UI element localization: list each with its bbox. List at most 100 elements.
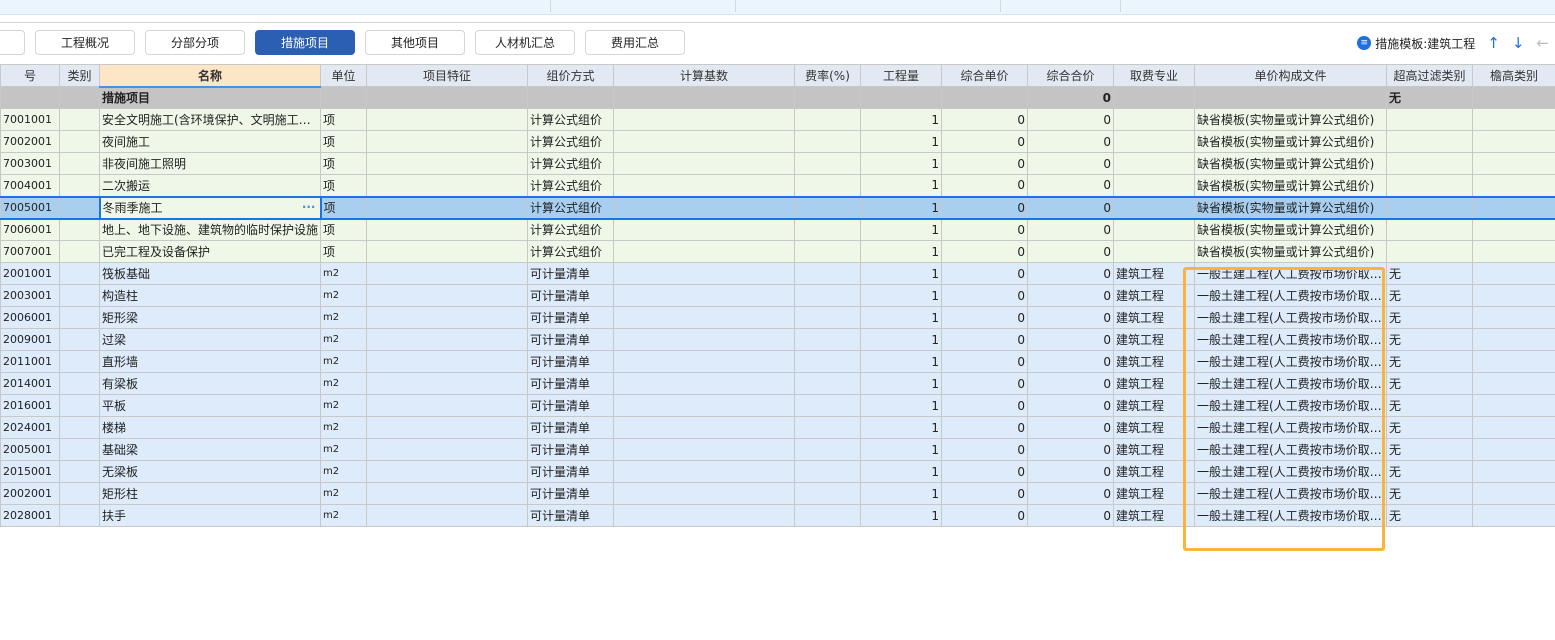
col-price-file-header[interactable]: 单价构成文件 (1194, 64, 1387, 87)
eave-height-cell[interactable] (1472, 174, 1555, 197)
calc-base-cell[interactable] (613, 328, 795, 351)
col-fee-specialty-header[interactable]: 取费专业 (1113, 64, 1195, 87)
cell[interactable] (366, 86, 528, 109)
total-price-cell[interactable]: 0 (1027, 240, 1114, 263)
unit-cell[interactable]: 项 (320, 130, 367, 153)
col-unit-header[interactable]: 单位 (320, 64, 367, 87)
rate-cell[interactable] (794, 108, 861, 131)
table-row[interactable]: 2024001 楼梯 m2 可计量清单 1 0 0 建筑工程 一般土建工程(人工费按市场价取… 无 (0, 416, 1555, 439)
calc-base-cell[interactable] (613, 152, 795, 175)
rate-cell[interactable] (794, 394, 861, 417)
quantity-cell[interactable]: 1 (860, 394, 942, 417)
calc-base-cell[interactable] (613, 195, 795, 220)
calc-base-cell[interactable] (613, 504, 795, 527)
rate-cell[interactable] (794, 306, 861, 329)
eave-height-cell[interactable] (1472, 262, 1555, 285)
unit-price-cell[interactable]: 0 (941, 108, 1028, 131)
total-price-cell[interactable]: 0 (1027, 152, 1114, 175)
rate-cell[interactable] (794, 284, 861, 307)
pricing-method-cell[interactable]: 可计量清单 (527, 394, 614, 417)
calc-base-cell[interactable] (613, 306, 795, 329)
features-cell[interactable] (366, 130, 528, 153)
name-cell[interactable]: 过梁 (99, 328, 321, 351)
total-price-cell[interactable]: 0 (1027, 350, 1114, 373)
features-cell[interactable] (366, 438, 528, 461)
category-cell[interactable] (59, 174, 100, 197)
price-file-cell[interactable]: 一般土建工程(人工费按市场价取… (1194, 394, 1387, 417)
quantity-cell[interactable]: 1 (860, 262, 942, 285)
fee-specialty-cell[interactable]: 建筑工程 (1113, 504, 1195, 527)
unit-price-cell[interactable]: 0 (941, 306, 1028, 329)
table-row[interactable]: 2011001 直形墙 m2 可计量清单 1 0 0 建筑工程 一般土建工程(人工费按市场价取…… (0, 350, 1555, 373)
table-row[interactable]: 7001001 安全文明施工(含环境保护、文明施工… 项计算公式组价 1 0 0 缺省模板(… (0, 108, 1555, 131)
quantity-cell[interactable]: 1 (860, 416, 942, 439)
total-price-cell[interactable]: 0 (1027, 460, 1114, 483)
quantity-cell[interactable]: 1 (860, 306, 942, 329)
features-cell[interactable] (366, 108, 528, 131)
calc-base-cell[interactable] (613, 372, 795, 395)
category-cell[interactable] (59, 416, 100, 439)
move-down-icon[interactable]: ↓ (1512, 34, 1525, 52)
fee-specialty-cell[interactable]: 建筑工程 (1113, 306, 1195, 329)
height-filter-cell[interactable] (1386, 130, 1473, 153)
features-cell[interactable] (366, 152, 528, 175)
features-cell[interactable] (366, 306, 528, 329)
pricing-method-cell[interactable]: 计算公式组价 (527, 152, 614, 175)
category-cell[interactable] (59, 328, 100, 351)
move-up-icon[interactable]: ↑ (1487, 34, 1500, 52)
calc-base-cell[interactable] (613, 350, 795, 373)
rate-cell[interactable] (794, 240, 861, 263)
fee-specialty-cell[interactable]: 建筑工程 (1113, 438, 1195, 461)
rate-cell[interactable] (794, 218, 861, 241)
unit-cell[interactable]: m2 (320, 416, 367, 439)
height-filter-cell[interactable]: 无 (1386, 306, 1473, 329)
quantity-cell[interactable]: 1 (860, 174, 942, 197)
category-cell[interactable] (59, 284, 100, 307)
eave-height-cell[interactable] (1472, 482, 1555, 505)
rate-cell[interactable] (794, 328, 861, 351)
col-rate-header[interactable]: 费率(%) (794, 64, 861, 87)
price-file-cell[interactable]: 一般土建工程(人工费按市场价取… (1194, 284, 1387, 307)
fee-specialty-cell[interactable] (1113, 152, 1195, 175)
features-cell[interactable] (366, 350, 528, 373)
unit-cell[interactable]: 项 (320, 240, 367, 263)
cell[interactable] (527, 86, 614, 109)
category-cell[interactable] (59, 195, 100, 220)
category-cell[interactable] (59, 438, 100, 461)
pricing-method-cell[interactable]: 可计量清单 (527, 284, 614, 307)
tab-fee-summary[interactable]: 费用汇总 (585, 30, 685, 55)
rate-cell[interactable] (794, 504, 861, 527)
unit-price-cell[interactable]: 0 (941, 416, 1028, 439)
table-row[interactable]: 7002001 夜间施工项计算公式组价 1 0 0 缺省模板(实物量或计算公式组价) (0, 130, 1555, 153)
eave-height-cell[interactable] (1472, 306, 1555, 329)
price-file-cell[interactable] (1194, 86, 1387, 109)
total-price-cell[interactable]: 0 (1027, 284, 1114, 307)
pricing-method-cell[interactable]: 可计量清单 (527, 262, 614, 285)
col-total-price-header[interactable]: 综合合价 (1027, 64, 1114, 87)
unit-cell[interactable]: m2 (320, 284, 367, 307)
price-file-cell[interactable]: 一般土建工程(人工费按市场价取… (1194, 438, 1387, 461)
name-cell[interactable]: 无梁板 (99, 460, 321, 483)
code-cell[interactable]: 2006001 (0, 306, 60, 329)
features-cell[interactable] (366, 394, 528, 417)
calc-base-cell[interactable] (613, 130, 795, 153)
quantity-cell[interactable]: 1 (860, 460, 942, 483)
category-cell[interactable] (59, 482, 100, 505)
table-row[interactable]: 7007001 已完工程及设备保护项计算公式组价 1 0 0 缺省模板(实物量或计算公式组… (0, 240, 1555, 263)
code-cell[interactable]: 7002001 (0, 130, 60, 153)
calc-base-cell[interactable] (613, 482, 795, 505)
price-file-cell[interactable]: 缺省模板(实物量或计算公式组价) (1194, 108, 1387, 131)
height-filter-cell[interactable]: 无 (1386, 482, 1473, 505)
eave-height-cell[interactable] (1472, 328, 1555, 351)
fee-specialty-cell[interactable] (1113, 130, 1195, 153)
unit-price-cell[interactable]: 0 (941, 152, 1028, 175)
eave-height-cell[interactable] (1472, 460, 1555, 483)
fee-specialty-cell[interactable]: 建筑工程 (1113, 416, 1195, 439)
category-cell[interactable] (59, 504, 100, 527)
features-cell[interactable] (366, 482, 528, 505)
height-filter-cell[interactable]: 无 (1386, 284, 1473, 307)
cell[interactable] (613, 86, 795, 109)
category-cell[interactable] (59, 262, 100, 285)
category-cell[interactable] (59, 152, 100, 175)
calc-base-cell[interactable] (613, 174, 795, 197)
